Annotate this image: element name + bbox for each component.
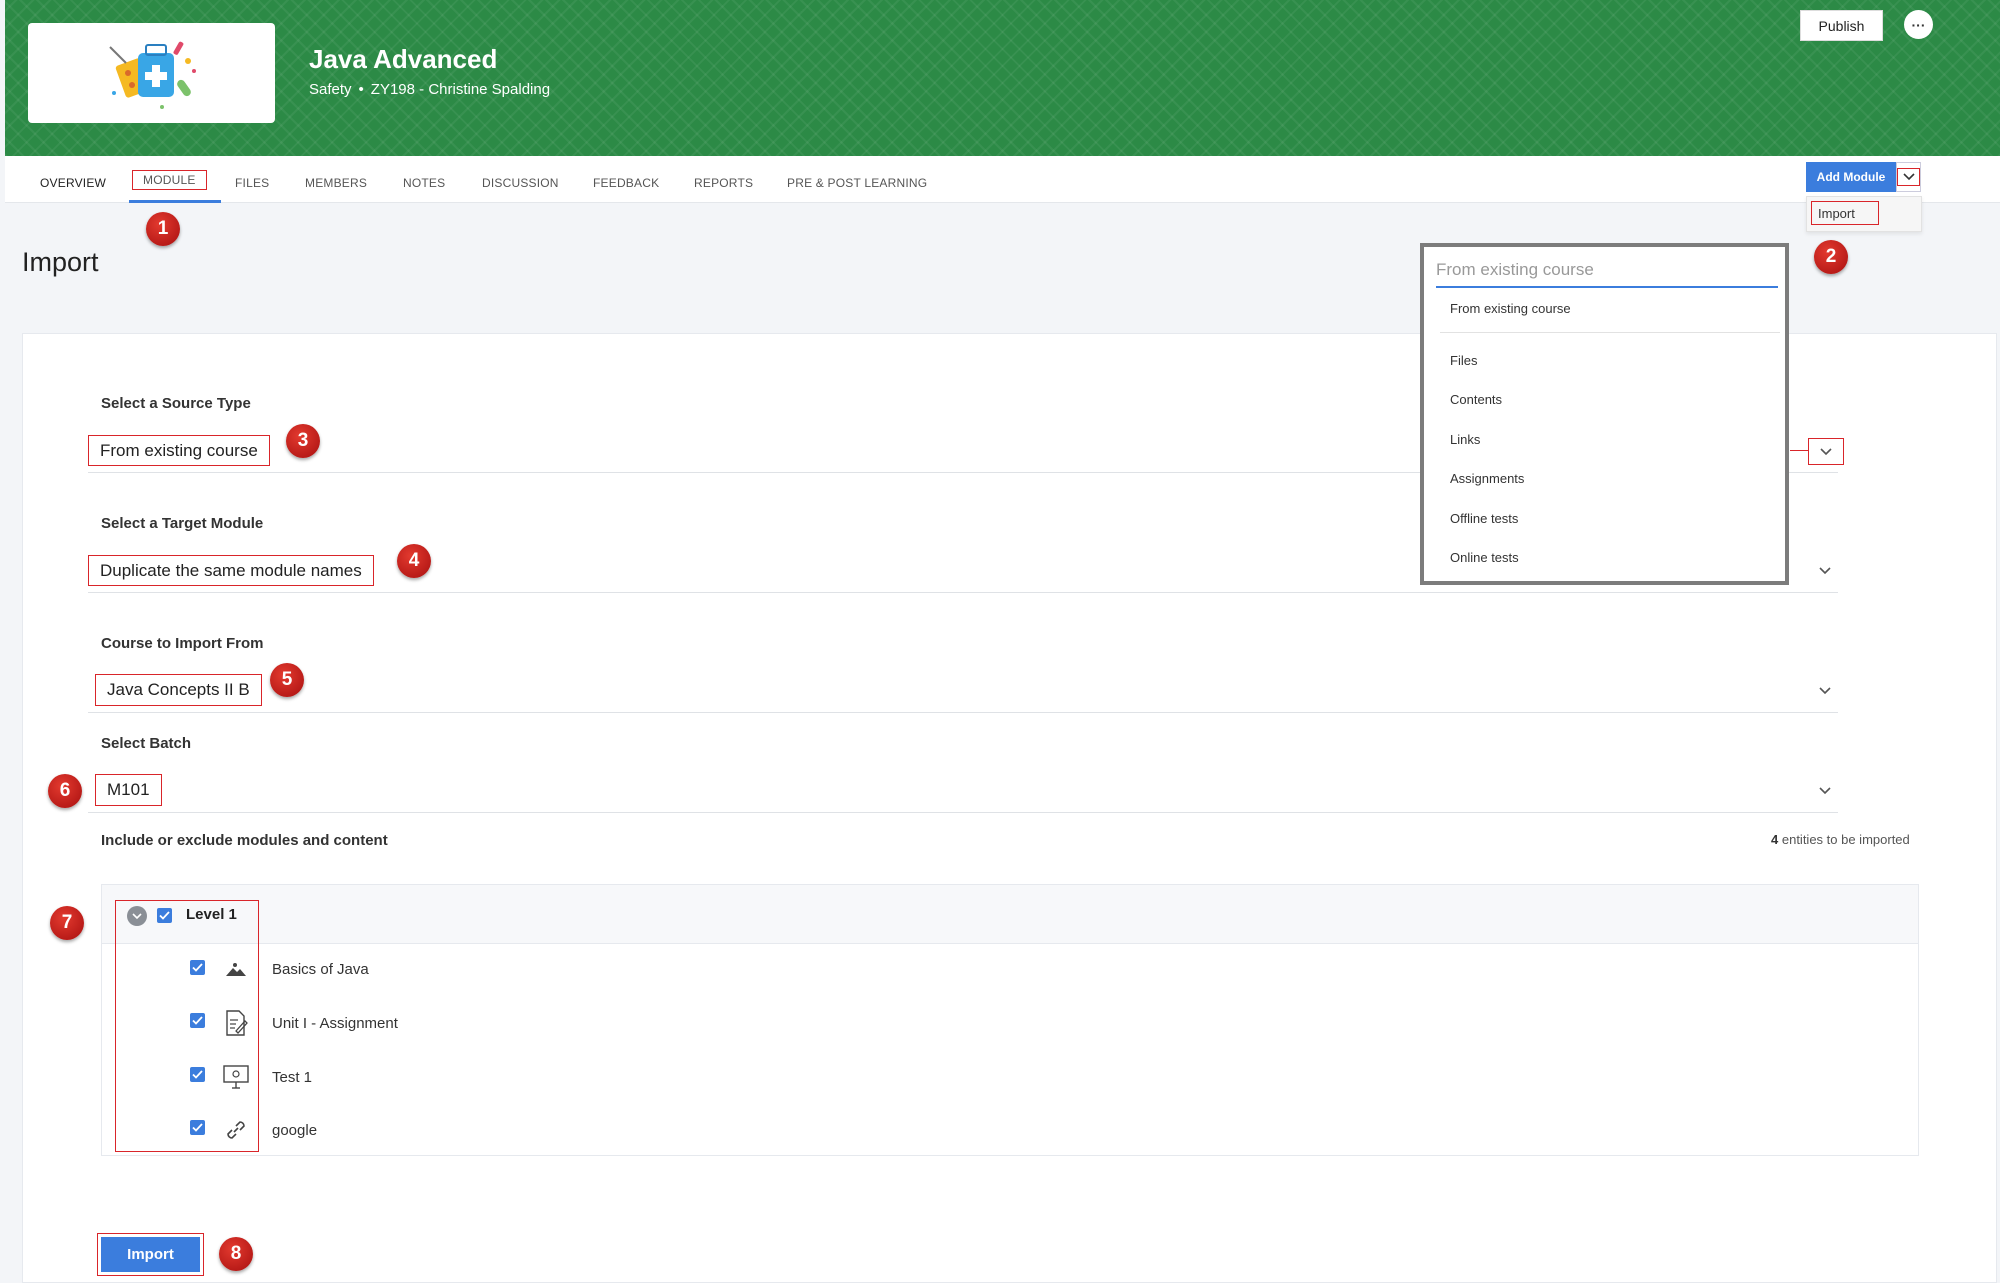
tree-level-header bbox=[102, 885, 1918, 944]
course-logo-card bbox=[28, 23, 275, 123]
tree-item-label: Basics of Java bbox=[272, 961, 369, 978]
chevron-down-icon bbox=[132, 912, 142, 919]
callout-badge-1: 1 bbox=[146, 212, 180, 246]
tab-feedback[interactable]: FEEDBACK bbox=[593, 176, 659, 190]
item-checkbox[interactable] bbox=[190, 1067, 205, 1082]
medical-kit-icon bbox=[108, 41, 196, 109]
add-module-menu: Import bbox=[1806, 196, 1922, 232]
tab-overview[interactable]: OVERVIEW bbox=[40, 176, 106, 190]
course-banner bbox=[5, 0, 2000, 156]
entities-number: 4 bbox=[1771, 832, 1779, 847]
course-category: Safety bbox=[309, 81, 352, 98]
batch-select[interactable]: M101 bbox=[95, 774, 162, 806]
source-type-select[interactable]: From existing course bbox=[88, 435, 270, 466]
tree-item-label: google bbox=[272, 1122, 318, 1139]
course-from-select[interactable]: Java Concepts II B bbox=[95, 674, 262, 706]
callout-badge-5: 5 bbox=[270, 663, 304, 697]
menu-item-import[interactable]: Import bbox=[1811, 201, 1879, 225]
tab-files[interactable]: FILES bbox=[235, 176, 269, 190]
checkmark-icon bbox=[159, 911, 170, 920]
active-tab-indicator bbox=[129, 200, 221, 203]
tab-members[interactable]: MEMBERS bbox=[305, 176, 367, 190]
chevron-down-icon[interactable] bbox=[1818, 784, 1832, 798]
callout-badge-3: 3 bbox=[286, 424, 320, 458]
callout-badge-4: 4 bbox=[397, 544, 431, 578]
source-type-dropdown-list: From existing course From existing cours… bbox=[1420, 243, 1789, 585]
level-checkbox[interactable] bbox=[157, 908, 172, 923]
course-code-owner: ZY198 - Christine Spalding bbox=[370, 81, 551, 98]
import-button[interactable]: Import bbox=[101, 1237, 200, 1272]
page-title: Import bbox=[22, 247, 99, 277]
dropdown-search-field[interactable]: From existing course bbox=[1436, 253, 1778, 288]
dropdown-option-offline-tests[interactable]: Offline tests bbox=[1450, 511, 1518, 526]
dropdown-option-contents[interactable]: Contents bbox=[1450, 392, 1502, 407]
checkmark-icon bbox=[192, 963, 203, 972]
chevron-down-icon bbox=[1902, 173, 1915, 181]
import-button-highlight: Import bbox=[97, 1233, 204, 1276]
entities-count: 4 entities to be imported bbox=[1771, 832, 1910, 847]
course-from-label: Course to Import From bbox=[101, 635, 264, 652]
dropdown-toggle-highlight bbox=[1897, 168, 1920, 186]
image-icon bbox=[222, 956, 250, 984]
chevron-down-icon[interactable] bbox=[1818, 564, 1832, 578]
callout-badge-2: 2 bbox=[1814, 240, 1848, 274]
online-test-icon bbox=[222, 1063, 250, 1091]
collapse-toggle[interactable] bbox=[127, 906, 147, 926]
source-type-dropdown-toggle[interactable] bbox=[1808, 438, 1844, 465]
checkmark-icon bbox=[192, 1070, 203, 1079]
source-type-label: Select a Source Type bbox=[101, 395, 251, 412]
dropdown-divider bbox=[1440, 332, 1780, 333]
add-module-dropdown-toggle[interactable] bbox=[1896, 162, 1921, 192]
checkmark-icon bbox=[192, 1016, 203, 1025]
level-label: Level 1 bbox=[186, 906, 237, 923]
tree-item-label: Unit I - Assignment bbox=[272, 1015, 398, 1032]
dropdown-option-online-tests[interactable]: Online tests bbox=[1450, 550, 1519, 565]
tab-notes[interactable]: NOTES bbox=[403, 176, 445, 190]
publish-button[interactable]: Publish bbox=[1800, 10, 1883, 41]
separator-dot: • bbox=[358, 81, 364, 98]
checkmark-icon bbox=[192, 1123, 203, 1132]
callout-badge-7: 7 bbox=[50, 906, 84, 940]
dropdown-option-from-existing-course[interactable]: From existing course bbox=[1450, 301, 1571, 316]
course-tab-bar: OVERVIEW MODULE FILES MEMBERS NOTES DISC… bbox=[5, 156, 2000, 203]
tab-discussion[interactable]: DISCUSSION bbox=[482, 176, 559, 190]
assignment-icon bbox=[222, 1009, 250, 1037]
batch-underline bbox=[88, 812, 1838, 813]
chevron-down-icon[interactable] bbox=[1818, 684, 1832, 698]
callout-badge-6: 6 bbox=[48, 774, 82, 808]
item-checkbox[interactable] bbox=[190, 1013, 205, 1028]
course-subtitle: Safety • ZY198 - Christine Spalding bbox=[309, 81, 550, 98]
dropdown-option-links[interactable]: Links bbox=[1450, 432, 1480, 447]
dropdown-option-files[interactable]: Files bbox=[1450, 353, 1477, 368]
target-module-select[interactable]: Duplicate the same module names bbox=[88, 555, 374, 586]
link-icon bbox=[222, 1116, 250, 1144]
course-title: Java Advanced bbox=[309, 44, 498, 74]
entities-text: entities to be imported bbox=[1781, 832, 1910, 847]
target-module-label: Select a Target Module bbox=[101, 515, 264, 532]
batch-label: Select Batch bbox=[101, 735, 192, 752]
more-options-button[interactable]: ··· bbox=[1904, 10, 1933, 39]
include-exclude-label: Include or exclude modules and content bbox=[101, 832, 388, 849]
tab-module[interactable]: MODULE bbox=[132, 170, 207, 190]
item-checkbox[interactable] bbox=[190, 1120, 205, 1135]
callout-pointer-line bbox=[1790, 450, 1808, 451]
tab-pre-post-learning[interactable]: PRE & POST LEARNING bbox=[787, 176, 927, 190]
item-checkbox[interactable] bbox=[190, 960, 205, 975]
callout-badge-8: 8 bbox=[219, 1237, 253, 1271]
target-module-underline bbox=[88, 592, 1838, 593]
add-module-button[interactable]: Add Module bbox=[1806, 162, 1896, 192]
course-from-underline bbox=[88, 712, 1838, 713]
tree-item-label: Test 1 bbox=[272, 1069, 313, 1086]
chevron-down-icon bbox=[1820, 447, 1832, 455]
dropdown-option-assignments[interactable]: Assignments bbox=[1450, 471, 1524, 486]
tab-reports[interactable]: REPORTS bbox=[694, 176, 753, 190]
